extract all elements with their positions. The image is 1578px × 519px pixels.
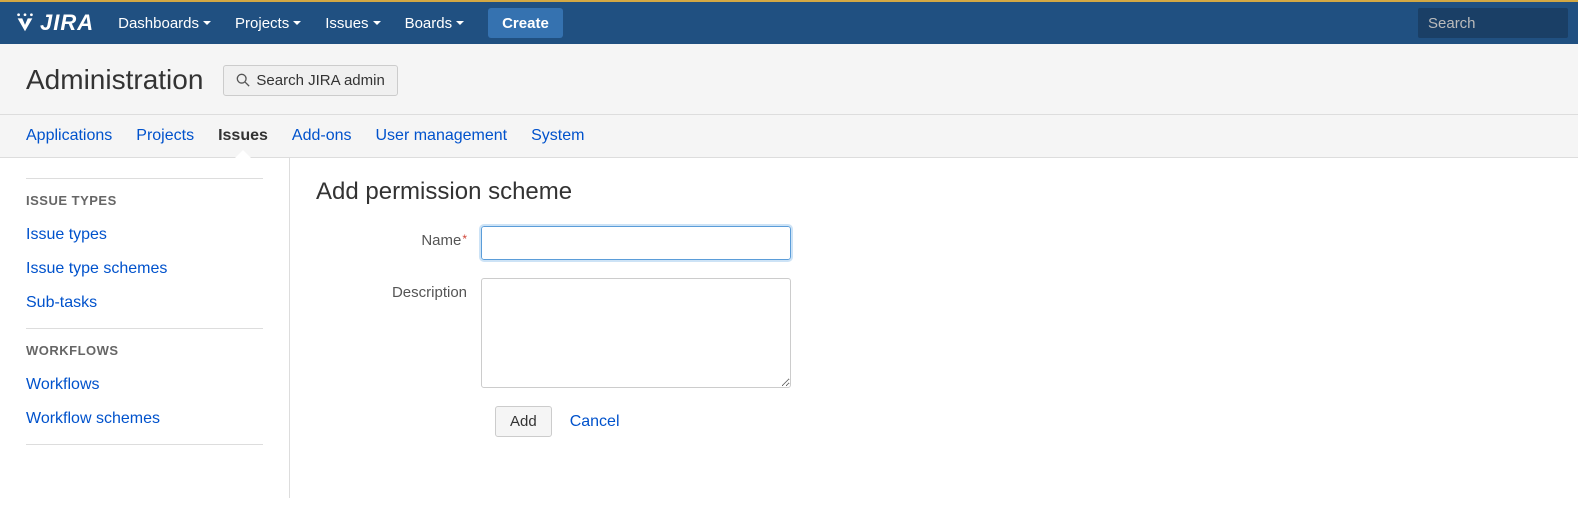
form-row-name: Name* <box>316 226 1552 260</box>
nav-item-label: Dashboards <box>118 15 199 32</box>
logo-text: JIRA <box>40 10 94 36</box>
global-search-input[interactable] <box>1418 8 1568 38</box>
sidebar-group-workflows: WORKFLOWS Workflows Workflow schemes <box>26 328 263 445</box>
chevron-down-icon <box>203 21 211 25</box>
nav-item-label: Issues <box>325 15 368 32</box>
admin-tabs: Applications Projects Issues Add-ons Use… <box>0 115 1578 158</box>
chevron-down-icon <box>373 21 381 25</box>
sidebar-link-workflow-schemes[interactable]: Workflow schemes <box>26 402 263 436</box>
tab-system[interactable]: System <box>531 115 584 157</box>
sidebar-link-workflows[interactable]: Workflows <box>26 368 263 402</box>
tab-issues[interactable]: Issues <box>218 115 268 157</box>
tab-addons[interactable]: Add-ons <box>292 115 352 157</box>
tab-applications[interactable]: Applications <box>26 115 112 157</box>
chevron-down-icon <box>456 21 464 25</box>
name-label-text: Name <box>421 232 461 249</box>
sidebar-header: WORKFLOWS <box>26 343 263 358</box>
nav-issues[interactable]: Issues <box>313 1 392 45</box>
search-admin-label: Search JIRA admin <box>256 72 384 89</box>
search-icon <box>236 73 250 87</box>
search-admin-button[interactable]: Search JIRA admin <box>223 65 397 96</box>
required-indicator: * <box>462 232 467 246</box>
cancel-link[interactable]: Cancel <box>570 413 620 431</box>
content: ISSUE TYPES Issue types Issue type schem… <box>0 158 1578 498</box>
nav-projects[interactable]: Projects <box>223 1 313 45</box>
sidebar-link-issue-types[interactable]: Issue types <box>26 218 263 252</box>
nav-item-label: Boards <box>405 15 453 32</box>
form-actions: Add Cancel <box>495 406 1552 437</box>
admin-header: Administration Search JIRA admin <box>0 44 1578 115</box>
jira-logo-icon <box>14 12 36 34</box>
name-label: Name* <box>316 226 481 260</box>
sidebar: ISSUE TYPES Issue types Issue type schem… <box>0 158 290 498</box>
top-nav: JIRA Dashboards Projects Issues Boards C… <box>0 0 1578 44</box>
add-button[interactable]: Add <box>495 406 552 437</box>
page-heading: Add permission scheme <box>316 178 1552 206</box>
nav-item-label: Projects <box>235 15 289 32</box>
page-title: Administration <box>26 64 203 96</box>
sidebar-link-issue-type-schemes[interactable]: Issue type schemes <box>26 252 263 286</box>
name-input[interactable] <box>481 226 791 260</box>
form-row-description: Description <box>316 278 1552 388</box>
sidebar-group-issue-types: ISSUE TYPES Issue types Issue type schem… <box>26 178 263 328</box>
nav-boards[interactable]: Boards <box>393 1 477 45</box>
create-button[interactable]: Create <box>488 8 563 38</box>
tab-projects[interactable]: Projects <box>136 115 194 157</box>
chevron-down-icon <box>293 21 301 25</box>
nav-dashboards[interactable]: Dashboards <box>106 1 223 45</box>
jira-logo[interactable]: JIRA <box>10 10 106 36</box>
main-content: Add permission scheme Name* Description … <box>290 158 1578 498</box>
sidebar-header: ISSUE TYPES <box>26 193 263 208</box>
sidebar-link-sub-tasks[interactable]: Sub-tasks <box>26 286 263 320</box>
admin-title-row: Administration Search JIRA admin <box>26 64 1552 114</box>
description-label: Description <box>316 278 481 388</box>
nav-items: Dashboards Projects Issues Boards Create <box>106 1 563 45</box>
tab-user-management[interactable]: User management <box>375 115 507 157</box>
description-textarea[interactable] <box>481 278 791 388</box>
